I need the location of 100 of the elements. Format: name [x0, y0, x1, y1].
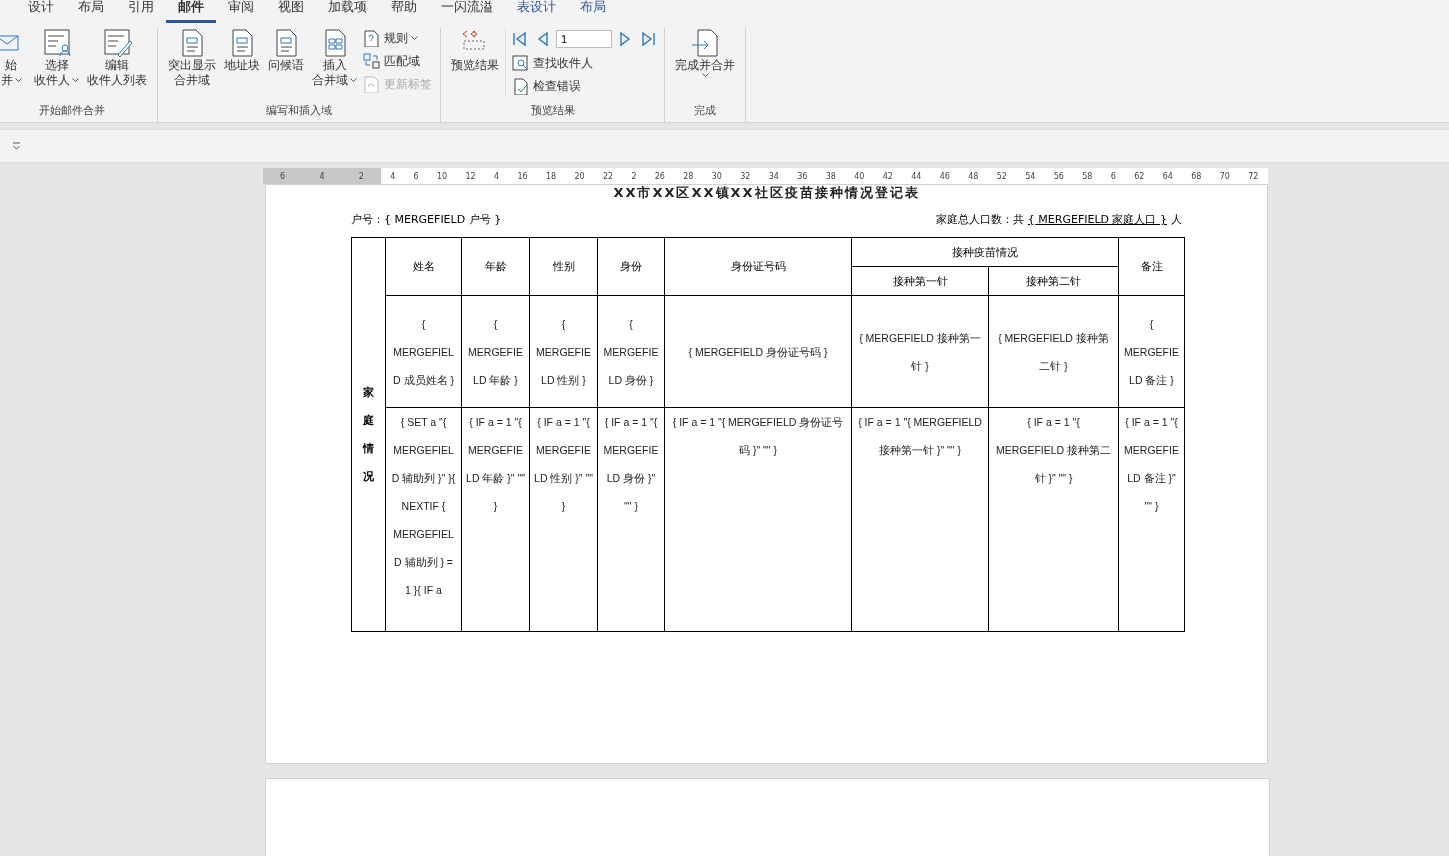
ruler-number: 64 — [1162, 171, 1173, 181]
ruler-number: 4 — [319, 171, 325, 181]
ruler-number: 36 — [797, 171, 808, 181]
ribbon-tab[interactable]: 邮件 — [166, 0, 216, 23]
ribbon-button[interactable]: 完成并合并 — [673, 28, 737, 78]
table-cell: { MERGEFIELD 身份 } — [597, 295, 665, 408]
table-cell: { IF a = 1 "{ MERGEFIELD 身份 }" "" } — [597, 407, 665, 632]
ruler-number: 10 — [436, 171, 448, 181]
ruler-number: 2 — [631, 171, 637, 181]
find-document-icon — [512, 54, 530, 72]
table-cell: { IF a = 1 "{ MERGEFIELD 身份证号码 }" "" } — [664, 407, 852, 632]
ribbon-button[interactable]: 预览结果 — [449, 28, 501, 73]
ribbon-tab[interactable]: 布局 — [66, 0, 116, 23]
ribbon-button[interactable]: 地址块 — [222, 28, 262, 73]
ribbon-button[interactable]: 突出显示 合并域 — [166, 28, 218, 88]
ruler-number: 56 — [1053, 171, 1064, 181]
ruler-number: 4 — [493, 171, 500, 181]
ribbon-button[interactable]: 检查错误 — [512, 76, 656, 96]
document-person-icon — [41, 28, 72, 58]
ribbon-button[interactable]: 规则 — [363, 28, 432, 48]
column-header: 接种第一针 — [851, 266, 989, 296]
household-number: 户号：{ MERGEFIELD 户号 } — [351, 212, 502, 227]
ruler-number: 40 — [854, 171, 865, 181]
ruler-number: 52 — [996, 171, 1007, 181]
ribbon-tab[interactable]: 加载项 — [316, 0, 379, 23]
ribbon-button[interactable]: 选择 收件人 — [32, 28, 81, 88]
swap-arrows-icon — [363, 52, 381, 70]
customize-toolbar-icon[interactable] — [12, 142, 21, 150]
ruler-number: 70 — [1219, 171, 1230, 181]
column-header: 身份证号码 — [664, 237, 852, 296]
ruler-number: 68 — [1191, 171, 1202, 181]
table-cell: { IF a = 1 "{ MERGEFIELD 接种第一针 }" "" } — [851, 407, 989, 632]
ruler-number: 34 — [768, 171, 779, 181]
ribbon-button[interactable]: 编辑 收件人列表 — [85, 28, 149, 88]
first-record-icon[interactable] — [512, 31, 528, 47]
ruler-number: 54 — [1025, 171, 1036, 181]
ruler-number: 6 — [1110, 171, 1116, 181]
document-pencil-icon — [102, 28, 132, 58]
ruler-number: 4 — [390, 171, 396, 181]
ribbon-tab[interactable]: 一闪流溢 — [429, 0, 505, 23]
ribbon-tab[interactable]: 审阅 — [216, 0, 266, 23]
ruler-number: 12 — [465, 171, 476, 181]
household-total-unit: 人 — [1171, 212, 1182, 227]
column-header: 身份 — [597, 237, 665, 296]
table-cell: { IF a = 1 "{ MERGEFIELD 接种第二针 }" "" } — [988, 407, 1119, 632]
ruler-number: 22 — [602, 171, 614, 181]
document-arrow-icon — [690, 28, 720, 58]
ribbon-button[interactable]: 匹配域 — [363, 51, 432, 71]
ruler-number: 16 — [517, 171, 528, 181]
ruler-number: 44 — [911, 171, 922, 181]
ribbon-tab[interactable]: 布局 — [568, 0, 618, 23]
ruler-number: 18 — [545, 171, 557, 181]
table-cell: { MERGEFIELD 性别 } — [529, 295, 598, 408]
ribbon-tab[interactable]: 视图 — [266, 0, 316, 23]
ribbon-tab[interactable]: 设计 — [16, 0, 66, 23]
ruler-number: 62 — [1134, 171, 1145, 181]
ruler-number: 6 — [280, 171, 286, 181]
group-label: 开始邮件合并 — [37, 103, 106, 119]
ruler-number: 32 — [740, 171, 751, 181]
side-label: 家庭情况 — [363, 385, 374, 485]
table-cell: { MERGEFIELD 接种第二针 } — [988, 295, 1119, 408]
ribbon-tab[interactable]: 表设计 — [505, 0, 568, 23]
record-field[interactable]: 1 — [556, 30, 612, 48]
ruler-number: 42 — [882, 171, 893, 181]
group-label: 编写和插入域 — [265, 103, 333, 119]
column-header: 接种疫苗情况 — [851, 237, 1119, 267]
table-cell: { IF a = 1 "{ MERGEFIELD 备注 }" "" } — [1118, 407, 1185, 632]
question-document-icon — [363, 29, 381, 47]
table-cell: { SET a "{ MERGEFIELD 辅助列 }" }{ NEXTIF { MERGEFIELD 辅助列 } = 1 }{ IF a — [385, 407, 462, 632]
ribbon-button[interactable]: 查找收件人 — [512, 53, 656, 73]
ruler-number: 26 — [654, 171, 665, 181]
household-total-label: 家庭总人口数：共 — [935, 212, 1024, 227]
ribbon-button[interactable]: 插入 合并域 — [310, 28, 359, 88]
ruler-number: 30 — [711, 171, 722, 181]
ruler-number: 6 — [413, 171, 419, 181]
ruler-number: 28 — [683, 171, 694, 181]
table-cell: { MERGEFIELD 年龄 } — [461, 295, 530, 408]
ruler-number: 48 — [968, 171, 979, 181]
check-document-icon — [512, 77, 530, 95]
last-record-icon[interactable] — [640, 31, 656, 47]
table-cell: { MERGEFIELD 备注 } — [1118, 295, 1185, 408]
group-label: 完成 — [693, 103, 717, 119]
household-total-field: { MERGEFIELD 家庭人口 } — [1023, 212, 1171, 227]
ribbon-tab[interactable]: 引用 — [116, 0, 166, 23]
ruler-number: 72 — [1248, 171, 1259, 181]
ruler-number: 46 — [939, 171, 950, 181]
table-cell: { MERGEFIELD 身份证号码 } — [664, 295, 852, 408]
column-header: 备注 — [1118, 237, 1185, 296]
ruler-number: 20 — [574, 171, 585, 181]
ribbon-tab[interactable]: 帮助 — [379, 0, 429, 23]
table-cell: { IF a = 1 "{ MERGEFIELD 性别 }" "" } — [529, 407, 598, 632]
ruler-number: 2 — [358, 171, 364, 181]
table-cell: { MERGEFIELD 接种第一针 } — [851, 295, 989, 408]
column-header: 性别 — [529, 237, 598, 296]
table-cell: { MERGEFIELD 成员姓名 } — [385, 295, 462, 408]
ribbon-button[interactable]: 问候语 — [266, 28, 306, 73]
column-header: 姓名 — [385, 237, 462, 296]
refresh-document-icon — [363, 75, 381, 93]
ribbon-button[interactable]: 始 并 — [0, 28, 28, 88]
ruler-number: 58 — [1082, 171, 1093, 181]
